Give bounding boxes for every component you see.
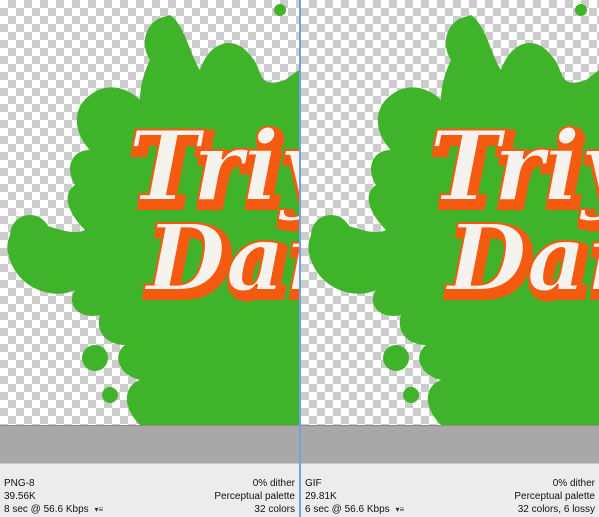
format-label: GIF <box>305 478 322 489</box>
svg-text:Dar: Dar <box>444 204 599 312</box>
palette-label: Perceptual palette <box>214 491 295 502</box>
canvas-bottom-area <box>301 425 599 464</box>
download-time-label: 8 sec @ 56.6 Kbps <box>4 504 89 515</box>
splash-artwork: Triy Triy Dar Dar <box>7 4 299 425</box>
optimization-info-panel: GIF 0% dither 29.81K Perceptual palette … <box>301 463 599 517</box>
dither-label: 0% dither <box>252 478 295 489</box>
palette-label: Perceptual palette <box>514 491 595 502</box>
format-label: PNG-8 <box>4 478 35 489</box>
dither-label: 0% dither <box>552 478 595 489</box>
file-size-label: 39.56K <box>4 491 36 502</box>
script-lettering: Triy Triy Dar Dar <box>127 109 299 322</box>
download-speed-menu-icon[interactable]: ▾≡ <box>395 503 404 516</box>
download-time-label: 6 sec @ 56.6 Kbps <box>305 504 390 515</box>
preview-canvas[interactable]: Triy Triy Dar Dar <box>0 0 299 425</box>
file-size-label: 29.81K <box>305 491 337 502</box>
colors-lossy-label: 32 colors, 6 lossy <box>517 504 595 515</box>
canvas-bottom-area <box>0 425 299 464</box>
download-speed-menu-icon[interactable]: ▾≡ <box>94 503 103 516</box>
svg-text:Dar: Dar <box>143 204 299 312</box>
preview-pane-png8[interactable]: Triy Triy Dar Dar PNG-8 0% dither 39.56K… <box>0 0 299 517</box>
colors-label: 32 colors <box>254 504 295 515</box>
optimization-info-panel: PNG-8 0% dither 39.56K Perceptual palett… <box>0 463 299 517</box>
script-lettering: Triy Triy Dar Dar <box>428 109 599 322</box>
preview-canvas[interactable]: Triy Triy Dar Dar <box>301 0 599 425</box>
splash-artwork: Triy Triy Dar Dar <box>308 4 599 425</box>
preview-pane-gif[interactable]: Triy Triy Dar Dar GIF 0% dither 29.81K P… <box>301 0 599 517</box>
